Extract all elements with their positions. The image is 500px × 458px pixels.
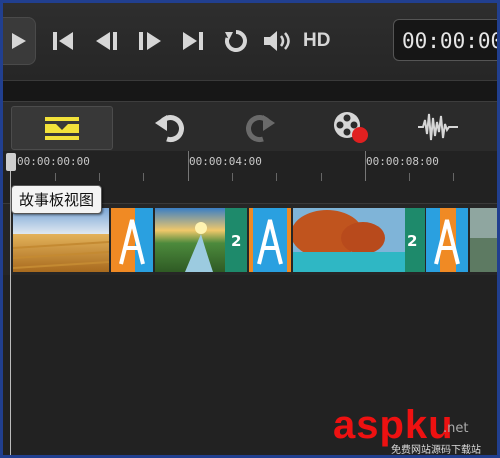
ruler-minor-tick (232, 173, 233, 181)
playhead-handle[interactable] (6, 153, 16, 171)
watermark-subtitle: 免费网站源码下载站 (391, 445, 481, 456)
undo-button[interactable] (149, 110, 189, 144)
transition-number: 2 (407, 232, 418, 250)
ruler-minor-tick (55, 173, 56, 181)
storyboard-clip-wheat-field[interactable] (13, 208, 109, 272)
ruler-major-tick (188, 151, 189, 181)
ruler-minor-tick (453, 173, 454, 181)
ruler-label: 00:00:00:00 (17, 155, 90, 168)
storyboard-view-tooltip: 故事板视图 (11, 185, 103, 214)
timeline-empty-area (3, 275, 497, 316)
storyboard-view-button[interactable] (11, 106, 113, 150)
storyboard-clip-lake-trees[interactable] (293, 208, 405, 272)
hd-toggle[interactable]: HD (303, 30, 330, 52)
storyboard-clip-river-landscape[interactable] (155, 208, 225, 272)
play-icon (12, 33, 26, 49)
ruler-minor-tick (276, 173, 277, 181)
timeline-toolbar (3, 101, 497, 152)
previous-frame-button[interactable] (91, 27, 123, 55)
go-to-end-button[interactable] (179, 27, 209, 55)
play-button[interactable] (3, 17, 36, 65)
storyboard-transition-teal[interactable]: 2 (225, 208, 247, 272)
ruler-minor-tick (321, 173, 322, 181)
ruler-minor-tick (143, 173, 144, 181)
storyboard-clip-partial[interactable] (470, 208, 497, 272)
undo-icon (155, 115, 184, 143)
window-frame: HD 00:00:00: (0, 0, 500, 458)
storyboard-transition[interactable] (249, 208, 291, 272)
transition-icon (249, 208, 291, 272)
ruler-minor-tick (99, 173, 100, 181)
record-capture-button[interactable] (329, 110, 373, 144)
audio-icon (418, 113, 458, 141)
ruler-major-tick (365, 151, 366, 181)
repeat-icon (225, 30, 247, 52)
storyboard-transition-teal[interactable]: 2 (405, 208, 425, 272)
panel-divider (3, 80, 497, 101)
ruler-label: 00:00:04:00 (189, 155, 262, 168)
storyboard-transition[interactable] (426, 208, 468, 272)
ruler-minor-tick (409, 173, 410, 181)
redo-icon (246, 115, 275, 143)
transition-icon (426, 208, 468, 272)
record-icon (334, 112, 368, 143)
storyboard-icon (45, 117, 79, 140)
ruler-label: 00:00:08:00 (366, 155, 439, 168)
timecode-display[interactable]: 00:00:00: (393, 19, 497, 61)
go-to-start-button[interactable] (49, 27, 77, 55)
volume-button[interactable] (261, 27, 297, 55)
clip-thumbnail (470, 208, 497, 272)
timeline-empty-area (3, 315, 497, 356)
speaker-icon (264, 31, 290, 51)
step-forward-icon (139, 32, 161, 50)
clip-thumbnail (13, 208, 109, 272)
step-back-icon (96, 32, 117, 50)
transition-icon (111, 208, 153, 272)
clip-thumbnail (155, 208, 225, 272)
skip-start-icon (53, 32, 73, 50)
clip-thumbnail (293, 208, 405, 272)
next-frame-button[interactable] (134, 27, 166, 55)
transition-number: 2 (231, 232, 242, 250)
timeline-ruler[interactable]: 00:00:00:00 00:00:04:00 00:00:08:00 (3, 151, 497, 185)
repeat-button[interactable] (221, 27, 251, 55)
redo-button[interactable] (241, 110, 281, 144)
timeline-empty-area (3, 355, 497, 396)
storyboard-transition[interactable] (111, 208, 153, 272)
sound-mixer-button[interactable] (415, 110, 461, 144)
skip-end-icon (183, 32, 203, 50)
watermark-domain: .net (443, 421, 469, 436)
transport-bar: HD 00:00:00: (3, 3, 497, 80)
